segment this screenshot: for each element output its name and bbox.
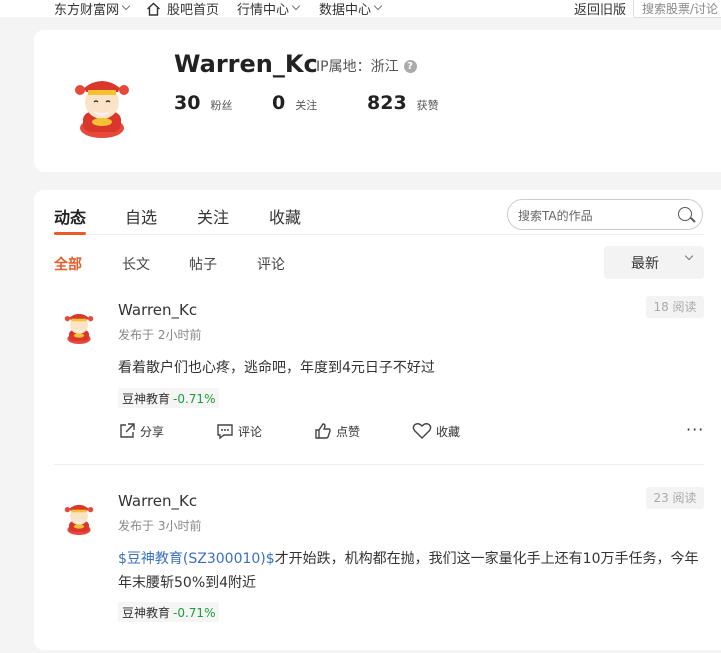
stat-fans-label: 粉丝 [210,99,233,112]
feed-card: 动态 自选 关注 收藏 搜索TA的作品 全部 长文 帖子 评论 最新 Warre… [34,190,721,650]
nav-market-center-label: 行情中心 [237,3,290,18]
comment-icon [217,424,233,440]
chevron-down-icon [121,1,131,11]
comment-label: 评论 [238,424,263,439]
heart-icon [412,423,432,439]
stock-name: 豆神教育 [122,606,171,620]
read-count-badge: 18 阅读 [646,296,704,318]
stock-name: 豆神教育 [122,392,171,406]
stat-fans[interactable]: 30 粉丝 [174,92,232,114]
post-content[interactable]: $豆神教育(SZ300010)$才开始跌，机构都在抛，我们这一家量化手上还有10… [118,547,708,595]
nav-eastmoney[interactable]: 东方财富网 [54,0,131,18]
ip-location: IP属地：浙江? [316,56,417,76]
subtab-posts[interactable]: 帖子 [189,254,217,274]
nav-data-center-label: 数据中心 [319,3,372,18]
subtab-all[interactable]: 全部 [54,254,82,274]
stat-likes: 823 获赞 [367,92,439,114]
favorite-label: 收藏 [436,424,461,439]
post-actions: 分享 评论 点赞 收藏 ··· [118,420,704,446]
tab-favorites[interactable]: 收藏 [269,204,301,228]
post-divider [54,464,704,465]
post-author[interactable]: Warren_Kc [118,492,197,510]
stat-following-count: 0 [272,92,286,114]
like-label: 点赞 [336,424,361,439]
favorite-button[interactable]: 收藏 [412,422,460,440]
works-search-placeholder: 搜索TA的作品 [518,209,593,223]
stat-likes-count: 823 [367,92,407,114]
thumbs-up-icon [315,423,331,439]
stat-following[interactable]: 0 关注 [272,92,317,114]
nav-market-center[interactable]: 行情中心 [237,0,301,18]
tab-watchlist[interactable]: 自选 [125,204,157,228]
search-icon[interactable] [678,207,692,221]
stat-following-label: 关注 [295,99,318,112]
post-text: 看着散户们也心疼，逃命吧，年度到4元日子不好过 [118,360,435,376]
post-time: 发布于 3小时前 [118,519,202,533]
stock-change: -0.71% [173,392,216,406]
top-search-input[interactable]: 搜索股票/讨论 [633,0,721,18]
sort-label: 最新 [631,256,659,272]
tab-following[interactable]: 关注 [197,204,229,228]
subtab-comments[interactable]: 评论 [257,254,285,274]
chevron-down-icon [373,1,383,11]
profile-card: Warren_Kc IP属地：浙江? 30 粉丝 0 关注 823 获赞 [34,30,721,172]
share-icon [120,423,135,438]
like-button[interactable]: 点赞 [314,422,360,440]
stock-change: -0.71% [173,606,216,620]
avatar[interactable] [70,66,134,138]
help-icon[interactable]: ? [403,59,417,73]
post-author[interactable]: Warren_Kc [118,301,197,319]
nav-guba-home[interactable]: 股吧首页 [146,0,219,18]
chevron-down-icon [684,251,694,261]
chevron-down-icon [291,1,301,11]
post-time: 发布于 2小时前 [118,328,202,342]
tabs-divider [54,234,704,235]
active-tab-indicator [54,232,86,235]
post-content[interactable]: 看着散户们也心疼，逃命吧，年度到4元日子不好过 [118,356,708,380]
nav-data-center[interactable]: 数据中心 [319,0,383,18]
nav-guba-home-label: 股吧首页 [167,3,220,18]
stock-tag[interactable]: 豆神教育 -0.71% [118,388,220,408]
tab-dynamics[interactable]: 动态 [54,204,86,228]
sort-dropdown[interactable]: 最新 [604,246,704,279]
ip-location-label: IP属地：浙江 [316,59,399,75]
share-button[interactable]: 分享 [118,422,164,440]
stat-likes-label: 获赞 [416,99,439,112]
avatar[interactable] [62,306,96,344]
works-search-input[interactable]: 搜索TA的作品 [507,199,703,230]
top-navbar: 东方财富网 股吧首页 行情中心 数据中心 返回旧版 搜索股票/讨论 [0,0,721,18]
profile-username: Warren_Kc [174,50,318,78]
post-item: Warren_Kc 发布于 3小时前 23 阅读 $豆神教育(SZ300010)… [54,483,704,653]
back-old-version-link[interactable]: 返回旧版 [574,0,626,18]
share-label: 分享 [140,424,165,439]
read-count-badge: 23 阅读 [646,487,704,509]
stat-fans-count: 30 [174,92,201,114]
more-options-icon[interactable]: ··· [686,420,704,439]
nav-eastmoney-label: 东方财富网 [54,3,120,18]
subtab-long[interactable]: 长文 [122,254,150,274]
avatar[interactable] [62,497,96,535]
comment-button[interactable]: 评论 [216,422,262,440]
stock-tag[interactable]: 豆神教育 -0.71% [118,602,220,622]
home-icon [147,2,160,16]
post-stock-link[interactable]: $豆神教育(SZ300010)$ [118,551,275,567]
post-item: Warren_Kc 发布于 2小时前 18 阅读 看着散户们也心疼，逃命吧，年度… [54,292,704,462]
